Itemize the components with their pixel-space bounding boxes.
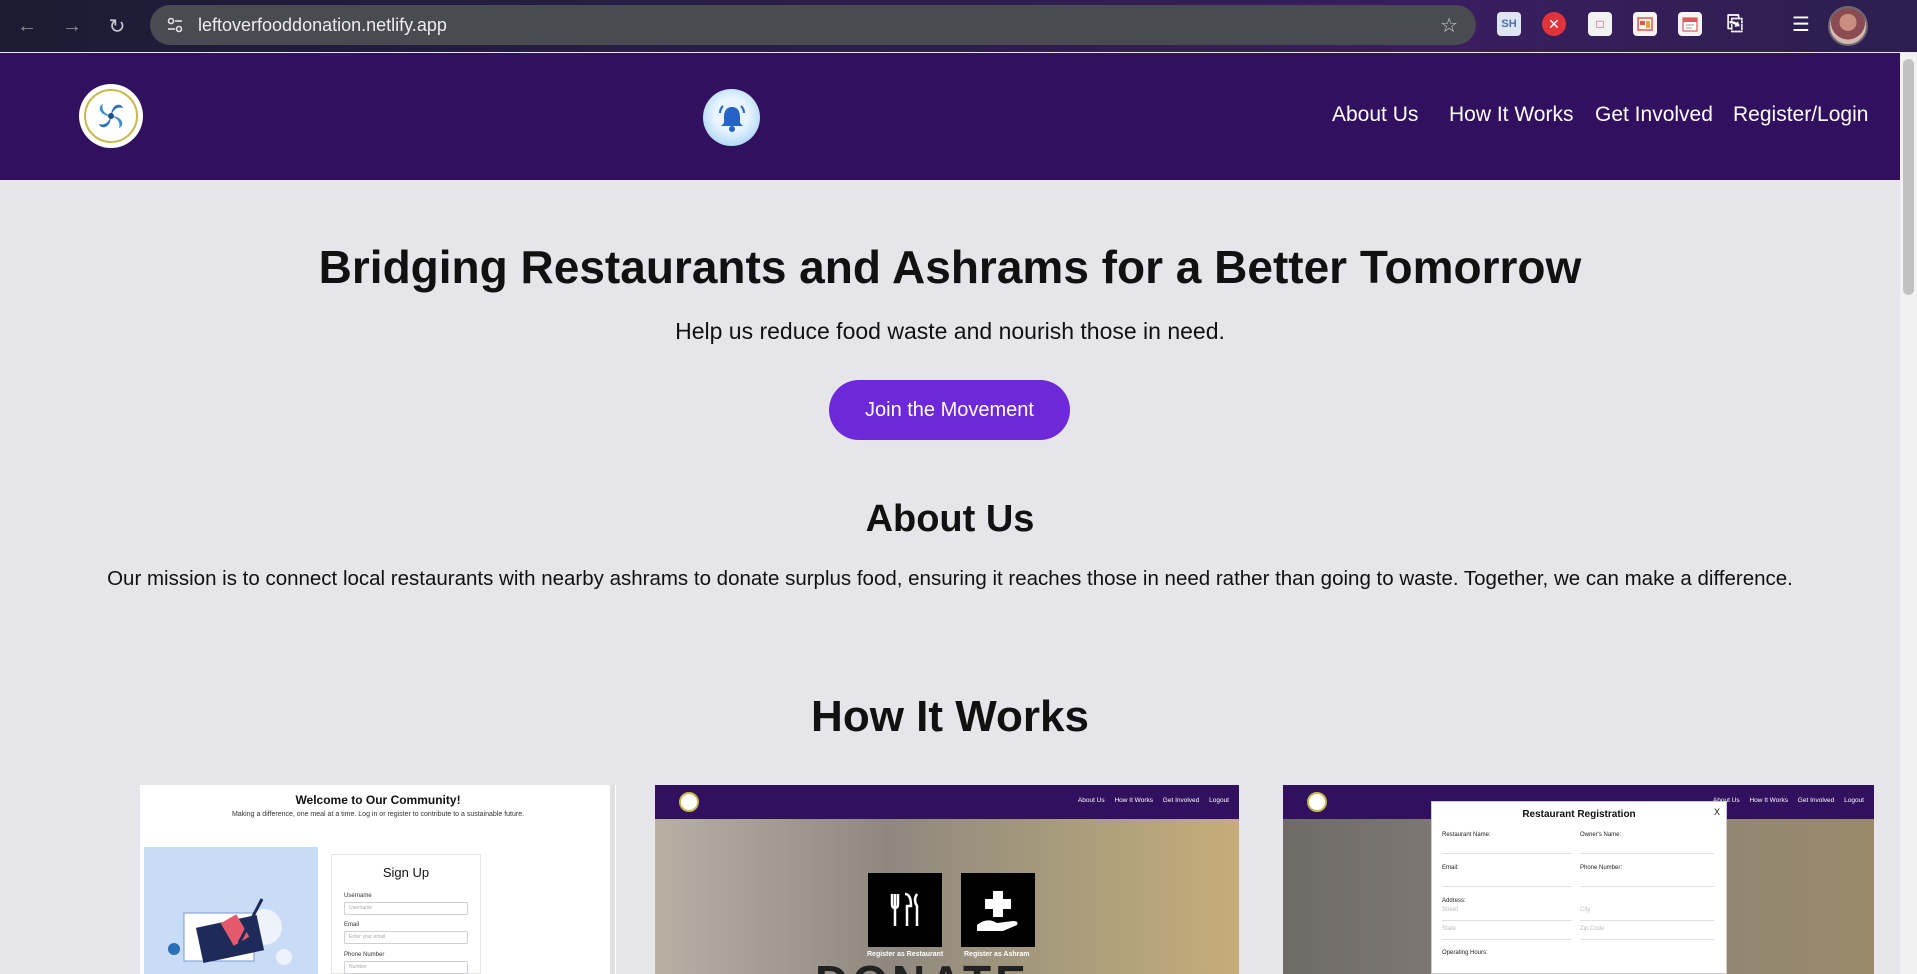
reg-phone-label: Phone Number: bbox=[1580, 865, 1623, 871]
close-icon[interactable]: X bbox=[1714, 807, 1720, 817]
forward-arrow-icon[interactable]: → bbox=[57, 11, 87, 41]
card2-nav-how: How It Works bbox=[1114, 797, 1153, 804]
back-arrow-icon[interactable]: ← bbox=[12, 11, 42, 41]
signup-form-title: Sign Up bbox=[382, 865, 430, 880]
how-card-signup: Welcome to Our Community! Making a diffe… bbox=[140, 785, 616, 974]
restaurant-registration-modal: Restaurant Registration X Restaurant Nam… bbox=[1431, 801, 1727, 974]
nav-register-login[interactable]: Register/Login bbox=[1733, 103, 1868, 127]
address-label: Address: bbox=[1442, 898, 1466, 904]
card2-nav-about: About Us bbox=[1077, 797, 1105, 804]
card2-nav-logout: Logout bbox=[1209, 797, 1229, 804]
url-text[interactable]: leftoverfooddonation.netlify.app bbox=[198, 15, 447, 36]
card1-subtitle: Making a difference, one meal at a time.… bbox=[231, 811, 525, 818]
profile-avatar[interactable] bbox=[1828, 6, 1868, 46]
operating-hours-label: Operating Hours: bbox=[1442, 950, 1488, 956]
reg-phone-field[interactable] bbox=[1580, 873, 1714, 887]
restaurant-name-field[interactable] bbox=[1442, 840, 1572, 854]
card3-logo bbox=[1307, 792, 1327, 812]
pocket-icon[interactable]: □ bbox=[1588, 12, 1612, 36]
donation-photo bbox=[655, 819, 1239, 974]
calendar-extension-icon[interactable] bbox=[1678, 12, 1702, 36]
site-header: About Us How It Works Get Involved Regis… bbox=[0, 53, 1900, 180]
card3-nav-involved: Get Involved bbox=[1797, 797, 1835, 804]
card3-nav-logout: Logout bbox=[1844, 797, 1864, 804]
card2-nav-involved: Get Involved bbox=[1162, 797, 1200, 804]
join-movement-button[interactable]: Join the Movement bbox=[829, 380, 1070, 440]
city-field[interactable]: City bbox=[1580, 907, 1714, 921]
reload-icon[interactable]: ↻ bbox=[102, 11, 132, 41]
donate-photo-text: DONATE bbox=[815, 955, 1030, 974]
browser-toolbar: ← → ↻ leftoverfooddonation.netlify.app ☆… bbox=[0, 0, 1917, 52]
close-extension-icon[interactable]: ✕ bbox=[1542, 12, 1566, 36]
restaurant-utensils-icon[interactable] bbox=[868, 873, 942, 947]
signup-illustration bbox=[144, 847, 318, 974]
how-card-registration: About Us How It Works Get Involved Logou… bbox=[1283, 785, 1874, 974]
address-bar[interactable]: leftoverfooddonation.netlify.app ☆ bbox=[150, 5, 1476, 45]
username-label: Username bbox=[344, 893, 372, 899]
signup-form: Sign Up Username Username Email Enter yo… bbox=[331, 854, 481, 974]
ashram-care-icon[interactable] bbox=[961, 873, 1035, 947]
owner-name-label: Owner's Name: bbox=[1580, 832, 1622, 838]
page-scroll-thumb[interactable] bbox=[1903, 59, 1914, 295]
hero-subtitle: Help us reduce food waste and nourish th… bbox=[675, 318, 1225, 344]
media-control-icon[interactable]: ☰ bbox=[1789, 12, 1813, 36]
sh-extension-icon[interactable]: SH bbox=[1497, 12, 1521, 36]
email-field[interactable]: Enter your email bbox=[344, 931, 468, 944]
card3-nav-how: How It Works bbox=[1749, 797, 1788, 804]
main-nav: About Us How It Works Get Involved Regis… bbox=[0, 103, 1900, 133]
about-text: Our mission is to connect local restaura… bbox=[107, 567, 1793, 590]
card1-title: Welcome to Our Community! bbox=[295, 793, 461, 807]
owner-name-field[interactable] bbox=[1580, 840, 1714, 854]
how-it-works-title: How It Works bbox=[811, 692, 1089, 741]
card2-logo bbox=[679, 792, 699, 812]
nav-about-us[interactable]: About Us bbox=[1332, 103, 1418, 127]
page-scrollbar[interactable] bbox=[1900, 53, 1917, 974]
bookmark-star-icon[interactable]: ☆ bbox=[1440, 13, 1458, 38]
reg-email-label: Email: bbox=[1442, 865, 1459, 871]
grid-extension-icon[interactable] bbox=[1633, 12, 1657, 36]
nav-how-it-works[interactable]: How It Works bbox=[1449, 103, 1573, 127]
zip-field[interactable]: Zip Code bbox=[1580, 926, 1714, 940]
restaurant-name-label: Restaurant Name: bbox=[1442, 832, 1491, 838]
card1-scrollbar[interactable] bbox=[610, 785, 615, 974]
phone-field[interactable]: Number bbox=[344, 961, 468, 974]
nav-get-involved[interactable]: Get Involved bbox=[1595, 103, 1713, 127]
street-field[interactable]: Street bbox=[1442, 907, 1572, 921]
username-field[interactable]: Username bbox=[344, 902, 468, 915]
reg-email-field[interactable] bbox=[1442, 873, 1572, 887]
hero-title: Bridging Restaurants and Ashrams for a B… bbox=[318, 241, 1582, 293]
phone-label: Phone Number bbox=[344, 952, 385, 958]
card2-nav: About Us How It Works Get Involved Logou… bbox=[655, 785, 1239, 819]
puzzle-icon[interactable]: ⎘ bbox=[1723, 12, 1747, 36]
registration-title: Restaurant Registration bbox=[1522, 809, 1636, 820]
state-field[interactable]: State bbox=[1442, 926, 1572, 940]
how-card-choose-role: About Us How It Works Get Involved Logou… bbox=[655, 785, 1239, 974]
email-label: Email bbox=[344, 922, 360, 928]
about-title: About Us bbox=[865, 498, 1035, 540]
site-info-icon[interactable] bbox=[164, 14, 186, 36]
